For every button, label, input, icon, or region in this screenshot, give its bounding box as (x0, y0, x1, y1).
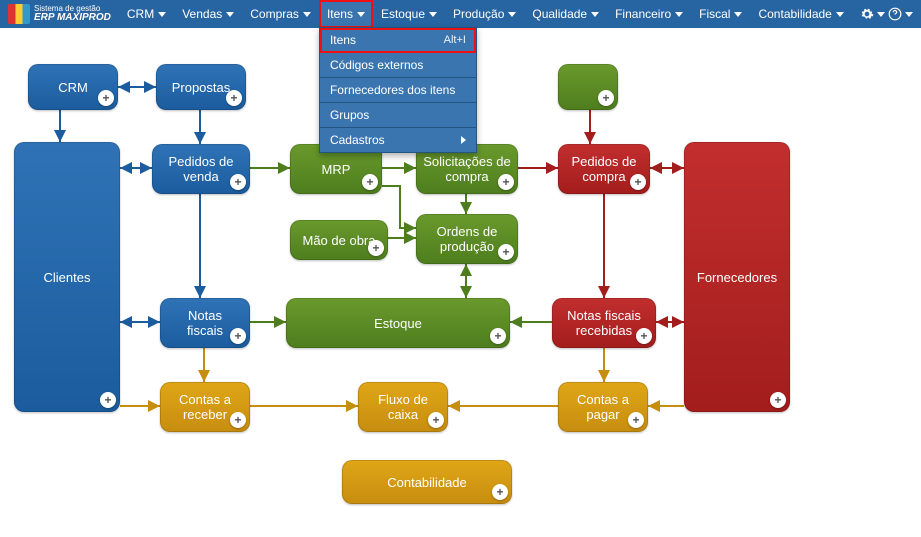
plus-icon[interactable] (492, 484, 508, 500)
plus-icon[interactable] (630, 174, 646, 190)
menu-crm[interactable]: CRM (119, 0, 174, 28)
node-nf-recebidas[interactable]: Notas fiscaisrecebidas (552, 298, 656, 348)
plus-icon[interactable] (498, 174, 514, 190)
node-fluxo-caixa[interactable]: Fluxo decaixa (358, 382, 448, 432)
plus-icon[interactable] (368, 240, 384, 256)
dropdown-itens: ItensAlt+ICódigos externosFornecedores d… (319, 27, 477, 153)
node-label: Contas areceber (179, 392, 231, 422)
brand-text: Sistema de gestão ERP MAXIPROD (34, 5, 111, 23)
node-label: Contas apagar (577, 392, 629, 422)
caret-down-icon (836, 12, 844, 17)
dropdown-item-grupos[interactable]: Grupos (320, 103, 476, 128)
top-menubar: Sistema de gestão ERP MAXIPROD CRMVendas… (0, 0, 921, 28)
menu-contabilidade[interactable]: Contabilidade (750, 0, 851, 28)
submenu-caret-icon (461, 136, 466, 144)
node-label: Mão de obra (303, 233, 376, 248)
node-label: Fornecedores (697, 270, 777, 285)
brand-line2: ERP MAXIPROD (34, 13, 111, 23)
plus-icon[interactable] (362, 174, 378, 190)
node-fornecedores[interactable]: Fornecedores (684, 142, 790, 412)
node-clientes[interactable]: Clientes (14, 142, 120, 412)
node-estoque[interactable]: Estoque (286, 298, 510, 348)
plus-icon[interactable] (230, 174, 246, 190)
plus-icon[interactable] (428, 412, 444, 428)
node-label: Ordens deprodução (437, 224, 498, 254)
node-pedidos-compra[interactable]: Pedidos decompra (558, 144, 650, 194)
menu-compras[interactable]: Compras (242, 0, 319, 28)
menu-producao[interactable]: Produção (445, 0, 524, 28)
help-icon[interactable] (885, 4, 905, 24)
menu-qualidade[interactable]: Qualidade (524, 0, 607, 28)
menu-vendas[interactable]: Vendas (174, 0, 242, 28)
node-pedidos-venda[interactable]: Pedidos devenda (152, 144, 250, 194)
node-contas-pagar[interactable]: Contas apagar (558, 382, 648, 432)
plus-icon[interactable] (100, 392, 116, 408)
node-label: Estoque (374, 316, 422, 331)
node-label: MRP (322, 162, 351, 177)
node-contabilidade[interactable]: Contabilidade (342, 460, 512, 504)
caret-down-icon (508, 12, 516, 17)
plus-icon[interactable] (770, 392, 786, 408)
arrow-mrp-ordens_prod (382, 186, 416, 228)
caret-down-icon (429, 12, 437, 17)
node-label: Propostas (172, 80, 231, 95)
caret-down-icon (591, 12, 599, 17)
node-label: Clientes (44, 270, 91, 285)
node-mao-obra[interactable]: Mão de obra (290, 220, 388, 260)
plus-icon[interactable] (598, 90, 614, 106)
node-crm[interactable]: CRM (28, 64, 118, 110)
dropdown-item-codigosexternos[interactable]: Códigos externos (320, 53, 476, 78)
dropdown-item-cadastros[interactable]: Cadastros (320, 128, 476, 152)
caret-down-icon (226, 12, 234, 17)
plus-icon[interactable] (230, 328, 246, 344)
plus-icon[interactable] (226, 90, 242, 106)
menu-estoque[interactable]: Estoque (373, 0, 445, 28)
node-label: Pedidos decompra (571, 154, 636, 184)
node-label: CRM (58, 80, 88, 95)
main-menu: CRMVendasComprasItensItensAlt+ICódigos e… (119, 0, 852, 28)
caret-down-icon (734, 12, 742, 17)
caret-down-icon (357, 12, 365, 17)
app-logo (8, 4, 30, 24)
help-caret-icon[interactable] (905, 12, 913, 17)
node-contas-receber[interactable]: Contas areceber (160, 382, 250, 432)
node-label: Notas fiscaisrecebidas (567, 308, 641, 338)
menu-fiscal[interactable]: Fiscal (691, 0, 750, 28)
gear-icon[interactable] (857, 4, 877, 24)
plus-icon[interactable] (628, 412, 644, 428)
node-notas-fiscais[interactable]: Notasfiscais (160, 298, 250, 348)
plus-icon[interactable] (98, 90, 114, 106)
dropdown-item-itens[interactable]: ItensAlt+I (320, 28, 476, 53)
node-hidden-green[interactable] (558, 64, 618, 110)
menu-financeiro[interactable]: Financeiro (607, 0, 691, 28)
caret-down-icon (675, 12, 683, 17)
node-ordens-prod[interactable]: Ordens deprodução (416, 214, 518, 264)
node-label: Notasfiscais (187, 308, 223, 338)
plus-icon[interactable] (490, 328, 506, 344)
menu-itens[interactable]: ItensItensAlt+ICódigos externosFornecedo… (319, 0, 373, 28)
gear-caret-icon[interactable] (877, 12, 885, 17)
node-label: Contabilidade (387, 475, 467, 490)
node-propostas[interactable]: Propostas (156, 64, 246, 110)
caret-down-icon (158, 12, 166, 17)
node-label: Pedidos devenda (168, 154, 233, 184)
node-label: Fluxo decaixa (378, 392, 428, 422)
dropdown-item-fornecedoresdositens[interactable]: Fornecedores dos itens (320, 78, 476, 103)
plus-icon[interactable] (498, 244, 514, 260)
plus-icon[interactable] (636, 328, 652, 344)
caret-down-icon (303, 12, 311, 17)
plus-icon[interactable] (230, 412, 246, 428)
